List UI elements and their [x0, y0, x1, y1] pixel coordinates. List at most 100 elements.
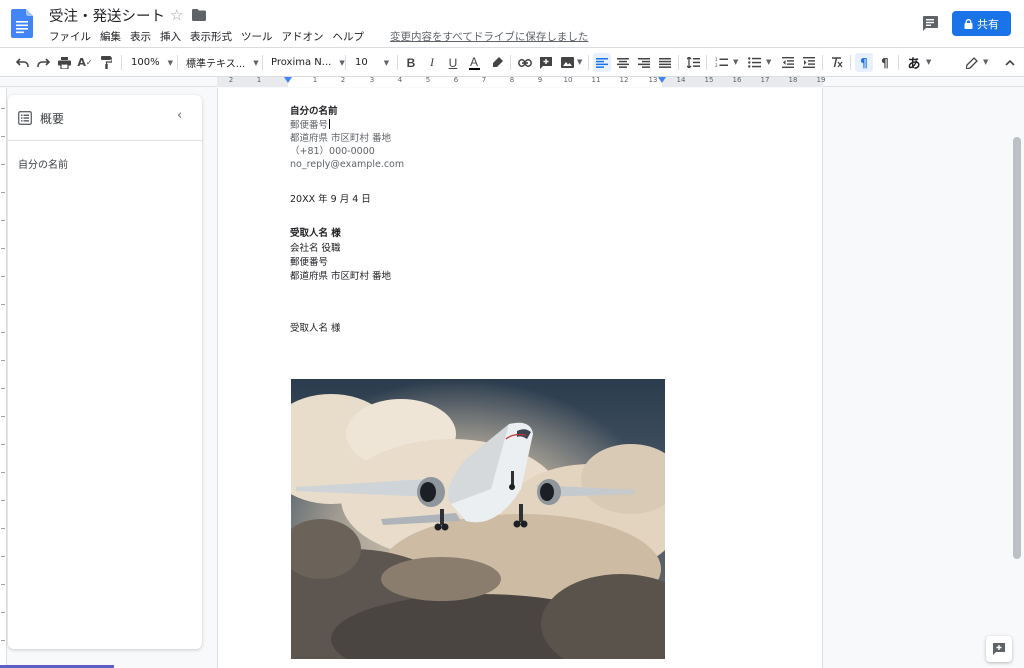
font-value: Proxima N...	[271, 57, 332, 68]
decrease-indent-icon[interactable]	[780, 53, 796, 72]
ruler-tick	[1, 640, 5, 641]
ruler-number: 2	[340, 76, 346, 84]
menu-view[interactable]: 表示	[130, 29, 151, 45]
editing-mode-pencil-icon[interactable]	[964, 53, 980, 72]
sender-postal-text: 郵便番号	[290, 120, 329, 131]
increase-indent-icon[interactable]	[801, 53, 817, 72]
bold-icon[interactable]: B	[404, 53, 418, 72]
menu-edit[interactable]: 編集	[100, 29, 121, 45]
ruler-tick	[1, 612, 5, 613]
paragraph-style-select[interactable]: 標準テキス... ▼	[186, 53, 259, 72]
text-color-icon[interactable]: A	[467, 53, 481, 72]
menu-insert[interactable]: 挿入	[160, 29, 181, 45]
right-indent-marker-icon[interactable]	[658, 77, 666, 85]
outline-item[interactable]: 自分の名前	[18, 156, 68, 171]
font-select[interactable]: Proxima N... ▼	[271, 53, 345, 72]
numbered-list-icon[interactable]: 12	[713, 53, 729, 72]
menu-file[interactable]: ファイル	[49, 29, 91, 45]
ruler-number: 11	[591, 76, 601, 84]
hide-menus-chevron-up-icon[interactable]	[1002, 53, 1018, 72]
spellcheck-icon[interactable]: A ✓	[77, 53, 93, 72]
folder-icon[interactable]	[192, 9, 206, 21]
insert-link-icon[interactable]	[517, 53, 533, 72]
svg-text:2: 2	[715, 63, 718, 68]
airplane-photo[interactable]	[291, 379, 665, 659]
menu-addons[interactable]: アドオン	[282, 29, 324, 45]
ruler-number: 1	[256, 76, 262, 84]
sender-postal: 郵便番号	[290, 119, 331, 132]
menu-format[interactable]: 表示形式	[190, 29, 232, 45]
print-icon[interactable]	[56, 53, 72, 72]
ruler-number: 14	[676, 76, 686, 84]
ruler-tick	[1, 416, 5, 417]
close-outline-chevron-left-icon[interactable]: ‹	[177, 108, 182, 123]
menu-help[interactable]: ヘルプ	[333, 29, 365, 45]
bulleted-list-icon[interactable]	[746, 53, 762, 72]
ruler-tick	[1, 528, 5, 529]
align-center-icon[interactable]	[615, 53, 631, 72]
ruler-number: 17	[760, 76, 770, 84]
redo-icon[interactable]	[35, 53, 51, 72]
chevron-down-icon[interactable]: ▼	[766, 58, 771, 66]
ruler-tick	[1, 164, 5, 165]
align-justify-icon[interactable]	[657, 53, 673, 72]
add-comment-floating-button[interactable]	[986, 636, 1012, 662]
ruler-right-margin	[662, 77, 823, 87]
salutation: 受取人名 様	[290, 323, 341, 334]
menu-tools[interactable]: ツール	[241, 29, 273, 45]
ruler-number: 7	[481, 76, 487, 84]
ruler-tick	[1, 248, 5, 249]
chevron-down-icon: ▼	[167, 58, 173, 67]
share-button[interactable]: 共有	[952, 11, 1011, 36]
star-icon[interactable]: ☆	[170, 6, 183, 24]
vertical-ruler[interactable]	[0, 88, 7, 668]
insert-image-icon[interactable]	[559, 53, 575, 72]
line-spacing-icon[interactable]	[685, 53, 701, 72]
ruler-number: 10	[563, 76, 573, 84]
zoom-value: 100%	[131, 57, 160, 68]
toolbar-separator	[850, 55, 851, 70]
document-title[interactable]: 受注・発送シート	[49, 5, 165, 26]
ruler-left-margin	[217, 77, 288, 87]
menu-bar: ファイル 編集 表示 挿入 表示形式 ツール アドオン ヘルプ	[49, 29, 373, 45]
rtl-paragraph-icon[interactable]: ¶	[877, 53, 893, 72]
ruler-tick	[1, 472, 5, 473]
document-page[interactable]: 自分の名前 郵便番号 都道府県 市区町村 番地 （+81）000-0000 no…	[217, 88, 823, 668]
document-outline-panel: 概要 ‹ 自分の名前	[8, 95, 202, 649]
toolbar-separator	[345, 55, 346, 70]
align-right-icon[interactable]	[636, 53, 652, 72]
ruler-tick	[1, 360, 5, 361]
font-size-select[interactable]: 10 ▼	[355, 53, 389, 72]
ruler-tick	[1, 108, 5, 109]
chevron-down-icon[interactable]: ▼	[926, 58, 931, 66]
italic-icon[interactable]: I	[425, 53, 439, 72]
vertical-scrollbar[interactable]	[1013, 137, 1021, 559]
ruler-number: 16	[732, 76, 742, 84]
chevron-down-icon[interactable]: ▼	[733, 58, 738, 66]
ruler-number: 1	[312, 76, 318, 84]
underline-icon[interactable]: U	[446, 53, 460, 72]
paragraph-style-value: 標準テキス...	[186, 59, 246, 70]
left-indent-marker-icon[interactable]	[284, 77, 292, 85]
ruler-number: 4	[397, 76, 403, 84]
undo-icon[interactable]	[14, 53, 30, 72]
toolbar-separator	[397, 55, 398, 70]
highlight-color-icon[interactable]	[490, 53, 504, 72]
paint-format-icon[interactable]	[98, 53, 114, 72]
ruler-tick	[1, 444, 5, 445]
comment-history-icon[interactable]	[920, 13, 940, 33]
ruler-tick	[1, 136, 5, 137]
horizontal-ruler[interactable]: 2 1 1 2 3 4 5 6 7 8 9 10 11 12 13 14 15 16 17 18 19	[0, 76, 1024, 87]
zoom-select[interactable]: 100% ▼	[131, 53, 173, 72]
chevron-down-icon[interactable]: ▼	[577, 58, 582, 66]
ltr-paragraph-icon[interactable]: ¶	[855, 53, 873, 72]
add-comment-icon[interactable]	[538, 53, 554, 72]
align-left-icon[interactable]	[593, 53, 611, 72]
chevron-down-icon[interactable]: ▼	[983, 58, 988, 66]
clear-formatting-icon[interactable]	[829, 53, 845, 72]
save-status-link[interactable]: 変更内容をすべてドライブに保存しました	[390, 29, 588, 45]
docs-logo-icon[interactable]	[11, 9, 33, 38]
input-tools-icon[interactable]: あ	[906, 53, 922, 72]
add-comment-icon	[993, 643, 1005, 655]
toolbar-separator	[822, 55, 823, 70]
